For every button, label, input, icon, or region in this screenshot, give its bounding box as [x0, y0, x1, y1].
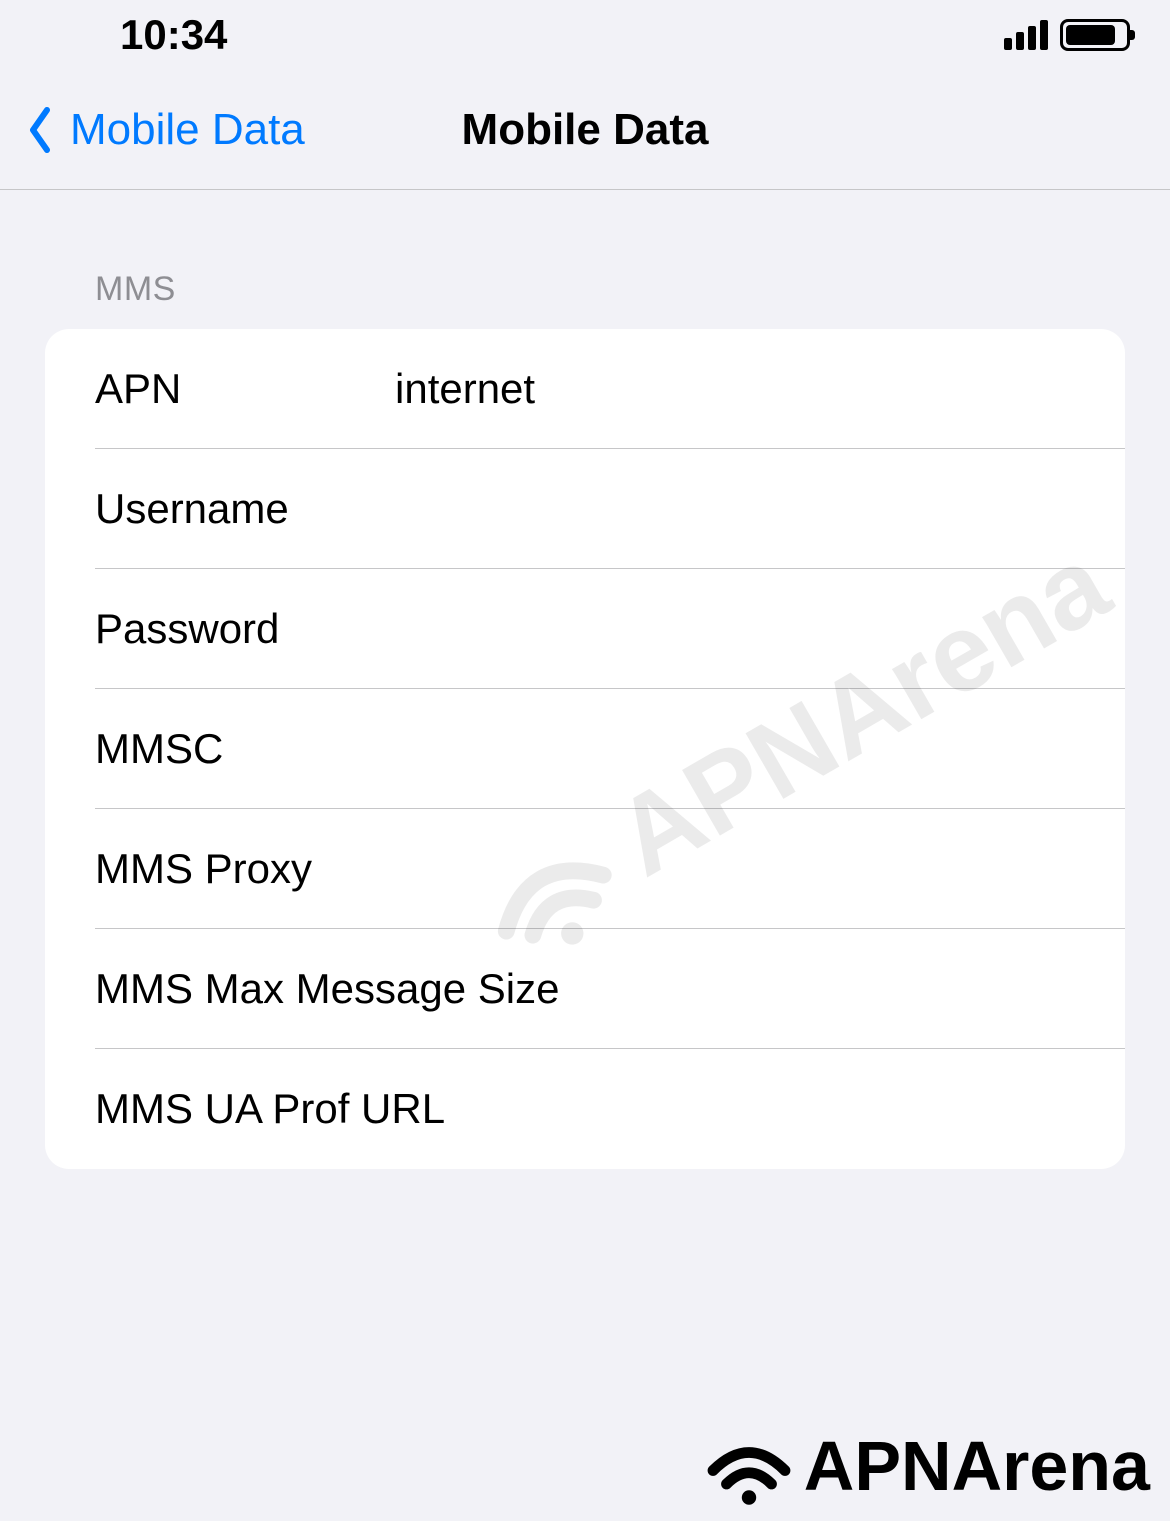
- label-mmsc: MMSC: [95, 725, 395, 773]
- navigation-bar: Mobile Data Mobile Data: [0, 70, 1170, 190]
- label-mms-ua-prof-url: MMS UA Prof URL: [95, 1085, 445, 1133]
- label-username: Username: [95, 485, 395, 533]
- input-username[interactable]: [395, 485, 1075, 533]
- label-mms-max-size: MMS Max Message Size: [95, 965, 559, 1013]
- footer-logo: APNArena: [704, 1421, 1150, 1511]
- wifi-icon: [704, 1421, 794, 1511]
- status-bar: 10:34: [0, 0, 1170, 70]
- status-indicators: [1004, 19, 1130, 51]
- label-password: Password: [95, 605, 395, 653]
- settings-group-mms: APN Username Password MMSC MMS Proxy MMS…: [45, 329, 1125, 1169]
- status-time: 10:34: [120, 11, 227, 59]
- page-title: Mobile Data: [462, 105, 709, 155]
- row-password[interactable]: Password: [45, 569, 1125, 689]
- input-password[interactable]: [395, 605, 1075, 653]
- row-mms-max-size[interactable]: MMS Max Message Size: [45, 929, 1125, 1049]
- input-apn[interactable]: [395, 365, 1075, 413]
- battery-icon: [1060, 19, 1130, 51]
- input-mmsc[interactable]: [395, 725, 1075, 773]
- row-username[interactable]: Username: [45, 449, 1125, 569]
- input-mms-ua-prof-url[interactable]: [445, 1085, 1075, 1133]
- row-mmsc[interactable]: MMSC: [45, 689, 1125, 809]
- row-apn[interactable]: APN: [45, 329, 1125, 449]
- input-mms-max-size[interactable]: [559, 965, 1100, 1013]
- label-apn: APN: [95, 365, 395, 413]
- section-header-mms: MMS: [0, 270, 1170, 309]
- row-mms-ua-prof-url[interactable]: MMS UA Prof URL: [45, 1049, 1125, 1169]
- row-mms-proxy[interactable]: MMS Proxy: [45, 809, 1125, 929]
- cellular-signal-icon: [1004, 20, 1048, 50]
- content-area: MMS APN Username Password MMSC MMS Proxy…: [0, 190, 1170, 1169]
- back-button[interactable]: Mobile Data: [0, 105, 305, 155]
- chevron-left-icon: [20, 105, 60, 155]
- label-mms-proxy: MMS Proxy: [95, 845, 395, 893]
- input-mms-proxy[interactable]: [395, 845, 1075, 893]
- back-label: Mobile Data: [70, 105, 305, 155]
